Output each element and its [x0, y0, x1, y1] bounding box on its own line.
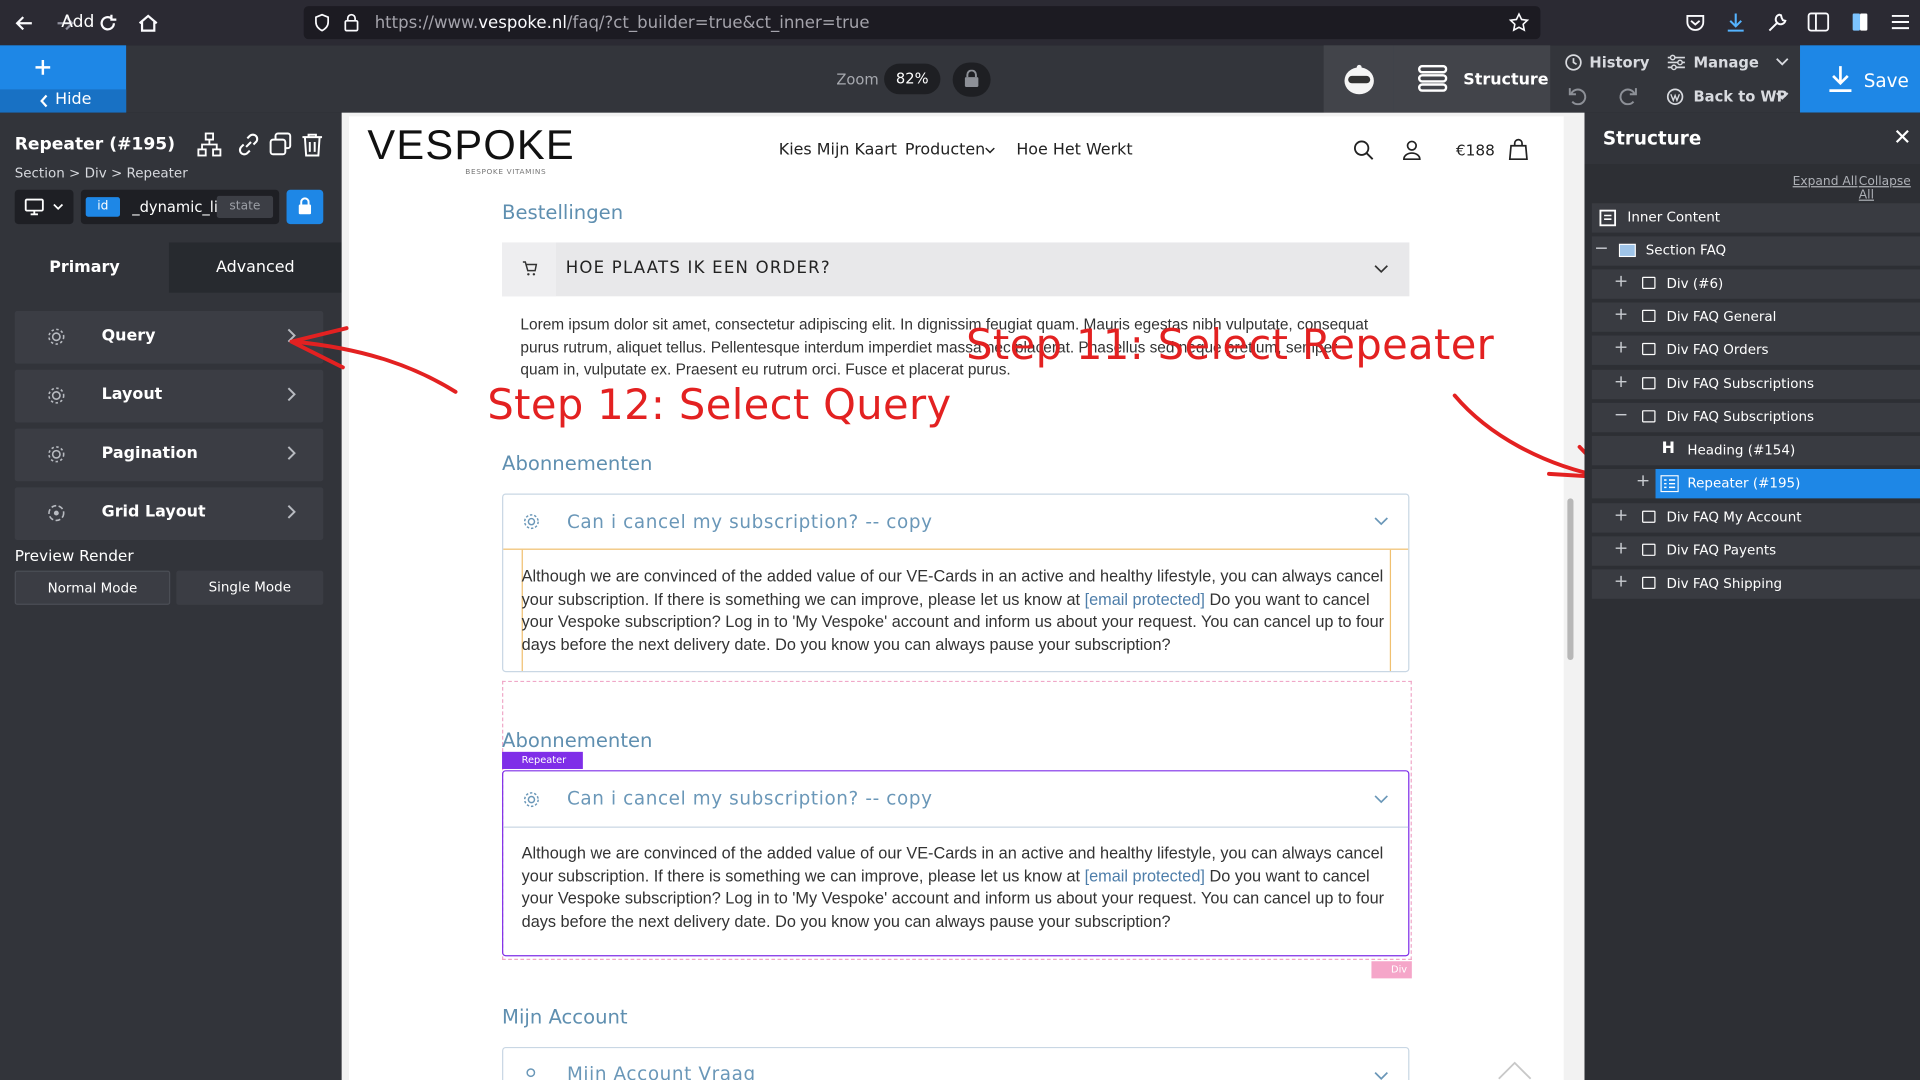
tree-item-div-faq-shipping[interactable]: + Div FAQ Shipping [1591, 569, 1920, 599]
tree-item-label: Div FAQ Orders [1666, 341, 1769, 358]
structure-panel-title: Structure [1602, 127, 1702, 150]
expand-icon[interactable]: + [1636, 471, 1650, 491]
tree-item-heading-154[interactable]: H Heading (#154) [1591, 435, 1920, 466]
tree-item-div-faq-orders[interactable]: + Div FAQ Orders [1591, 335, 1920, 365]
expand-icon[interactable]: + [1614, 305, 1628, 325]
tree-item-repeater-195[interactable]: Repeater (#195) [1655, 468, 1920, 499]
expand-icon[interactable]: + [1614, 372, 1628, 392]
expand-icon[interactable]: + [1614, 338, 1628, 358]
expand-icon[interactable]: + [1614, 506, 1628, 526]
expand-icon[interactable]: + [1614, 272, 1628, 292]
expand-icon[interactable]: + [1614, 539, 1628, 559]
document-icon [1599, 209, 1617, 227]
tree-item-label: Div (#6) [1666, 275, 1724, 292]
tree-item-div-faq-subscriptions-open[interactable]: − Div FAQ Subscriptions [1591, 402, 1920, 433]
tree-item-label: Div FAQ Subscriptions [1666, 375, 1815, 392]
tree-item-label: Section FAQ [1645, 242, 1727, 259]
div-icon [1642, 410, 1656, 423]
div-icon [1642, 377, 1656, 390]
div-icon [1642, 510, 1656, 523]
tree-item-div-faq-my-account[interactable]: + Div FAQ My Account [1591, 503, 1920, 533]
div-icon [1642, 342, 1656, 356]
div-icon [1642, 543, 1656, 556]
tree-item-section-faq[interactable]: − Section FAQ [1591, 236, 1920, 266]
div-icon [1642, 576, 1656, 589]
tree-item-label: Div FAQ General [1666, 308, 1777, 325]
tree-item-label: Div FAQ Payents [1666, 542, 1777, 559]
tree-item-div-faq-general[interactable]: + Div FAQ General [1591, 302, 1920, 332]
tree-item-label: Div FAQ Subscriptions [1666, 408, 1815, 425]
tree-item-label: Heading (#154) [1687, 442, 1796, 458]
tree-item-div-6[interactable]: + Div (#6) [1591, 269, 1920, 299]
div-icon [1642, 276, 1656, 289]
heading-icon: H [1661, 439, 1675, 458]
close-icon[interactable]: ✕ [1893, 125, 1911, 151]
collapse-all-link[interactable]: Collapse All [1859, 175, 1920, 202]
tree-item-label: Repeater (#195) [1687, 475, 1801, 492]
tree-item-label: Div FAQ Shipping [1666, 575, 1783, 592]
tree-item-label: Div FAQ My Account [1666, 509, 1802, 526]
collapse-icon[interactable]: − [1594, 239, 1608, 259]
tree-item-label: Inner Content [1627, 209, 1721, 226]
section-icon [1618, 243, 1636, 258]
tree-item-div-faq-payents[interactable]: + Div FAQ Payents [1591, 536, 1920, 566]
expand-icon[interactable]: + [1614, 572, 1628, 592]
tree-item-inner-content[interactable]: Inner Content [1591, 203, 1920, 233]
repeater-icon [1660, 475, 1679, 493]
expand-all-link[interactable]: Expand All [1793, 175, 1858, 188]
collapse-icon[interactable]: − [1614, 405, 1628, 425]
tree-item-div-faq-subscriptions[interactable]: + Div FAQ Subscriptions [1591, 369, 1920, 400]
div-icon [1642, 309, 1656, 323]
